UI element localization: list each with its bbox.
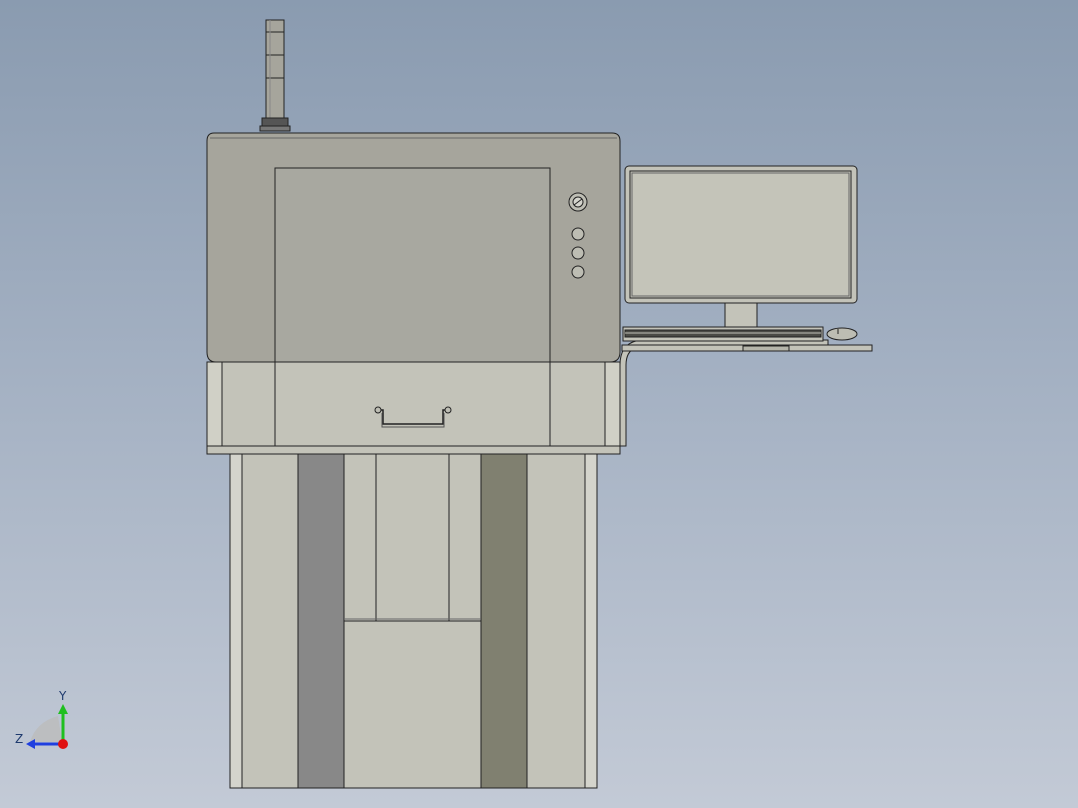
z-axis-label: Z — [15, 732, 23, 746]
side-shelf — [619, 339, 873, 447]
lower-drawer[interactable] — [206, 361, 621, 455]
left-dark-panel — [297, 453, 345, 789]
monitor[interactable] — [624, 165, 858, 337]
base-frame — [229, 453, 598, 789]
control-button-1[interactable] — [571, 227, 585, 241]
control-button-3[interactable] — [571, 265, 585, 279]
front-window — [274, 167, 551, 363]
signal-tower[interactable] — [259, 19, 291, 132]
origin-point — [58, 739, 68, 749]
control-button-2[interactable] — [571, 246, 585, 260]
keyboard[interactable] — [622, 326, 824, 342]
orientation-triad: Y Z — [15, 689, 68, 749]
mouse[interactable] — [826, 327, 858, 341]
monitor-screen — [629, 170, 852, 299]
y-axis-label: Y — [58, 689, 67, 703]
cad-viewport[interactable]: Y Z — [0, 0, 1078, 808]
right-dark-panel — [480, 453, 528, 789]
monitor-stand — [724, 302, 758, 330]
